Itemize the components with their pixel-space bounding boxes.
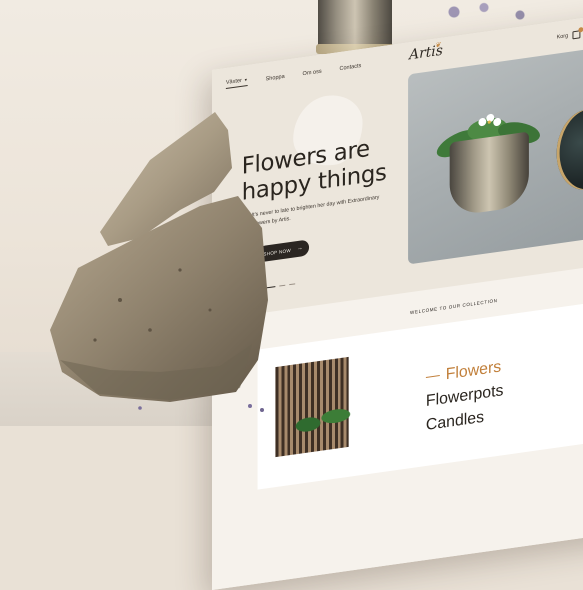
stone-rocks xyxy=(50,112,268,412)
rock-pore xyxy=(93,338,97,342)
rock-pore xyxy=(178,268,182,272)
rock-pore xyxy=(118,298,122,302)
lavender-bud xyxy=(138,406,142,410)
lavender-bud xyxy=(248,404,252,408)
lavender-bud xyxy=(260,408,264,412)
rock-pore xyxy=(148,328,152,332)
rock-pore xyxy=(208,308,212,312)
